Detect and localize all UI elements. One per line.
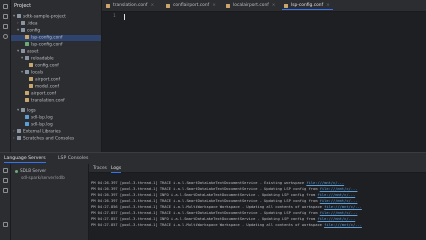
tree-item[interactable]: model.conf <box>29 84 59 90</box>
editor-tabs: translation.conf × conflairport.conf × loc… <box>102 0 426 12</box>
tab-traces[interactable]: Traces <box>93 166 107 171</box>
tree-item[interactable]: ▾ reloadable <box>21 56 54 62</box>
tree-item[interactable]: ▾ logs <box>17 108 36 114</box>
log-line: PM 04:26.397 [pool-3-thread-1] TRACE i.a… <box>91 187 358 191</box>
log-line: PM 04:27.857 [pool-3-thread-1] INFO i.a.… <box>91 217 356 221</box>
structure-icon[interactable] <box>3 24 8 29</box>
tab-lsp-config[interactable]: lsp-config.conf × <box>282 2 333 10</box>
log-line: PM 04:26.397 [pool-3-thread-1] TRACE i.a… <box>91 181 345 185</box>
bottom-panel-header: Language Servers LSP Consoles <box>0 152 426 164</box>
log-line: PM 04:27.857 [pool-3-thread-1] TRACE i.a… <box>91 223 362 227</box>
tree-item[interactable]: sdl-lsp.log <box>25 122 53 128</box>
tree-item[interactable]: › Scratches and Consoles <box>13 136 74 142</box>
server-subitem[interactable]: sdl-spark/server/sdlb <box>21 175 65 180</box>
code-editor[interactable]: 1 <box>102 12 426 152</box>
tab-logs[interactable]: Logs <box>111 166 122 173</box>
log-line: PM 04:26.397 [pool-3-thread-1] INFO i.a.… <box>91 193 356 197</box>
tree-item[interactable]: lsp-config.conf <box>25 42 62 48</box>
tree-item[interactable]: ▾ asset <box>17 49 38 55</box>
log-line: PM 04:27.856 [pool-3-thread-1] TRACE i.a… <box>91 205 362 209</box>
language-server-list: SDLB Server sdl-spark/server/sdlb <box>11 164 89 240</box>
tab-language-servers[interactable]: Language Servers <box>4 156 46 163</box>
tab-translation[interactable]: translation.conf × <box>104 2 157 10</box>
text-caret <box>124 14 125 20</box>
tree-item[interactable]: config.conf <box>29 63 59 69</box>
tree-item[interactable]: ▾ sdtk-sample-project <box>13 14 66 20</box>
project-panel-title: Project <box>14 3 32 9</box>
tree-item[interactable]: › External Libraries <box>13 129 61 135</box>
folder-icon[interactable] <box>3 4 8 9</box>
tree-item-selected[interactable]: lsp-config.conf <box>11 35 101 41</box>
log-line: PM 04:26.397 [pool-3-thread-1] TRACE i.a… <box>91 199 358 203</box>
git-icon[interactable] <box>3 222 8 227</box>
more-icon[interactable] <box>3 34 8 39</box>
tree-item[interactable]: sdl-lsp.log <box>25 115 53 121</box>
tree-item[interactable]: translation.conf <box>25 98 65 104</box>
tab-conflairport[interactable]: conflairport.conf × <box>164 2 219 10</box>
server-item[interactable]: SDLB Server <box>15 168 46 173</box>
commit-icon[interactable] <box>3 14 8 19</box>
tree-item[interactable]: › .idea <box>17 21 38 27</box>
tab-lsp-consoles[interactable]: LSP Consoles <box>58 156 88 161</box>
log-console[interactable]: PM 04:26.397 [pool-3-thread-1] TRACE i.a… <box>89 173 426 240</box>
tree-item[interactable]: airport.conf <box>25 91 56 97</box>
run-icon[interactable] <box>3 168 8 173</box>
log-line: PM 04:27.857 [pool-3-thread-1] TRACE i.a… <box>91 211 358 215</box>
console-tabs: Traces Logs <box>89 164 426 173</box>
project-panel: Project ▾ sdtk-sample-project › .idea ▾ con… <box>11 0 102 152</box>
problems-icon[interactable] <box>3 188 8 193</box>
tree-item[interactable]: ▾ config <box>17 28 40 34</box>
bottom-tool-strip <box>0 164 11 240</box>
tree-item[interactable]: airport.conf <box>29 77 60 83</box>
tree-item[interactable]: ▾ locals <box>21 70 43 76</box>
line-number: 1 <box>113 14 116 19</box>
terminal-icon[interactable] <box>3 178 8 183</box>
tab-localairport[interactable]: localairport.conf × <box>224 2 278 10</box>
